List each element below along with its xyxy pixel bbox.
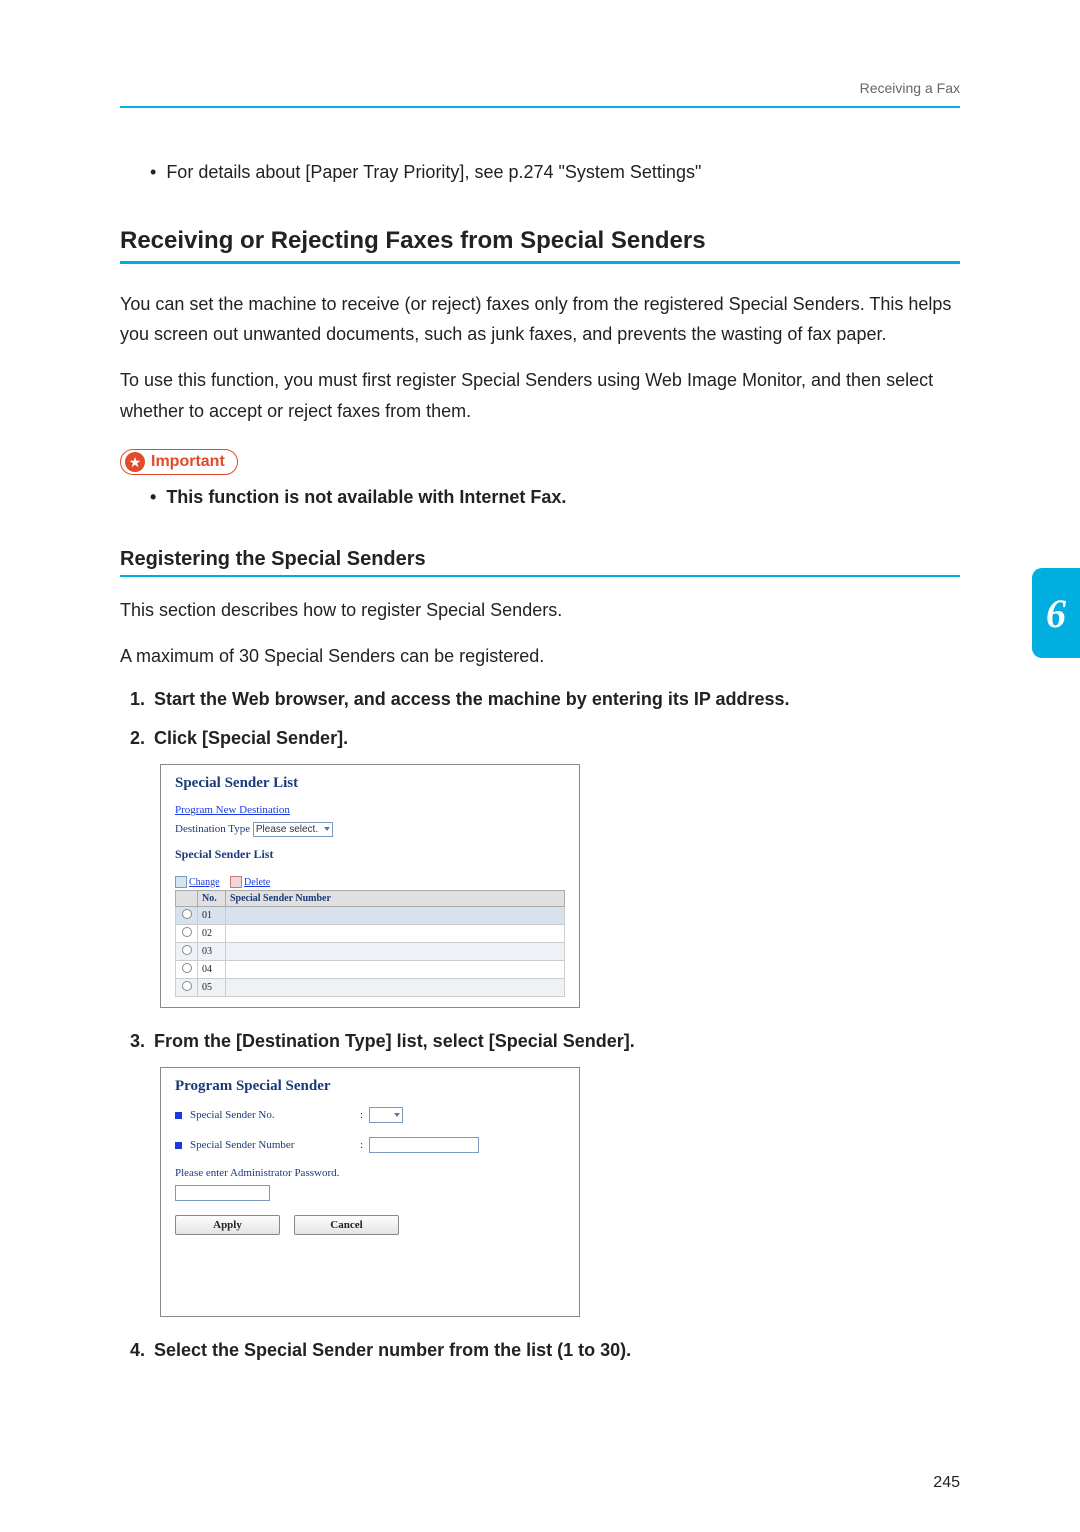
table-row[interactable]: 04: [176, 961, 565, 979]
chapter-tab: 6: [1032, 568, 1080, 658]
radio-icon[interactable]: [182, 963, 192, 973]
row-no: 01: [198, 907, 226, 925]
radio-icon[interactable]: [182, 927, 192, 937]
special-sender-no-select[interactable]: [369, 1107, 403, 1123]
radio-icon[interactable]: [182, 981, 192, 991]
ss2-title: Program Special Sender: [175, 1078, 565, 1095]
cancel-button[interactable]: Cancel: [294, 1215, 399, 1235]
ss1-toolbar: Change Delete: [175, 876, 565, 888]
special-sender-table: No. Special Sender Number 01 02 03: [175, 890, 565, 997]
change-link[interactable]: Change: [189, 877, 220, 888]
table-row[interactable]: 02: [176, 925, 565, 943]
destination-type-label: Destination Type Please select.: [175, 822, 565, 837]
row-no: 03: [198, 943, 226, 961]
star-icon: ★: [125, 452, 145, 472]
ss1-subheading: Special Sender List: [175, 847, 565, 862]
row-no: 04: [198, 961, 226, 979]
special-sender-no-row: Special Sender No. :: [175, 1107, 565, 1123]
body-paragraph: A maximum of 30 Special Senders can be r…: [120, 641, 960, 672]
step-text: From the [Destination Type] list, select…: [154, 1031, 635, 1051]
ss1-title: Special Sender List: [175, 775, 565, 792]
page-number: 245: [933, 1474, 960, 1492]
body-paragraph: To use this function, you must first reg…: [120, 365, 960, 426]
step-text: Click [Special Sender].: [154, 728, 348, 748]
delete-link[interactable]: Delete: [244, 877, 270, 888]
dest-type-text: Destination Type: [175, 823, 250, 835]
delete-icon: [230, 876, 242, 888]
admin-password-label: Please enter Administrator Password.: [175, 1167, 565, 1179]
breadcrumb: Receiving a Fax: [120, 80, 960, 108]
step-4: 4.Select the Special Sender number from …: [130, 1337, 960, 1364]
step-1: 1.Start the Web browser, and access the …: [130, 686, 960, 713]
col-number: Special Sender Number: [226, 891, 565, 907]
apply-button[interactable]: Apply: [175, 1215, 280, 1235]
special-sender-no-label: Special Sender No.: [190, 1109, 360, 1121]
special-sender-number-input[interactable]: [369, 1137, 479, 1153]
note-text: For details about [Paper Tray Priority],…: [166, 162, 701, 182]
col-no: No.: [198, 891, 226, 907]
radio-icon[interactable]: [182, 909, 192, 919]
important-bullet: • This function is not available with In…: [150, 487, 960, 508]
body-paragraph: This section describes how to register S…: [120, 595, 960, 626]
important-text: This function is not available with Inte…: [166, 487, 566, 507]
change-icon: [175, 876, 187, 888]
bullet-icon: [175, 1112, 182, 1119]
bullet-icon: [175, 1142, 182, 1149]
note-bullet: • For details about [Paper Tray Priority…: [150, 158, 960, 187]
program-new-destination-link[interactable]: Program New Destination: [175, 804, 565, 816]
screenshot-program-special-sender: Program Special Sender Special Sender No…: [160, 1067, 580, 1317]
step-3: 3.From the [Destination Type] list, sele…: [130, 1028, 960, 1055]
step-text: Start the Web browser, and access the ma…: [154, 689, 790, 709]
radio-icon[interactable]: [182, 945, 192, 955]
row-no: 05: [198, 979, 226, 997]
step-2: 2.Click [Special Sender].: [130, 725, 960, 752]
table-row[interactable]: 01: [176, 907, 565, 925]
row-no: 02: [198, 925, 226, 943]
important-label: Important: [151, 453, 225, 471]
important-badge: ★ Important: [120, 449, 238, 475]
body-paragraph: You can set the machine to receive (or r…: [120, 289, 960, 350]
special-sender-number-row: Special Sender Number :: [175, 1137, 565, 1153]
screenshot-special-sender-list: Special Sender List Program New Destinat…: [160, 764, 580, 1008]
special-sender-number-label: Special Sender Number: [190, 1139, 360, 1151]
admin-password-input[interactable]: [175, 1185, 270, 1201]
subsection-heading: Registering the Special Senders: [120, 548, 960, 577]
destination-type-select[interactable]: Please select.: [253, 822, 333, 837]
section-heading: Receiving or Rejecting Faxes from Specia…: [120, 227, 960, 264]
table-row[interactable]: 05: [176, 979, 565, 997]
table-row[interactable]: 03: [176, 943, 565, 961]
step-text: Select the Special Sender number from th…: [154, 1340, 631, 1360]
